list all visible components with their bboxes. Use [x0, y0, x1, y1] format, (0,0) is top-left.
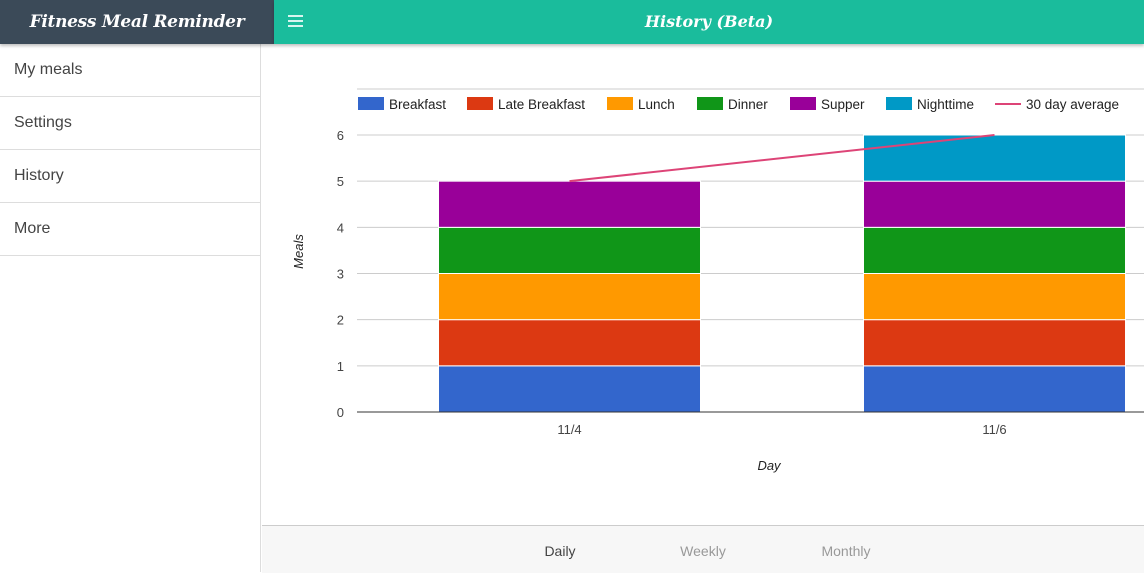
chart-area: 0 1 2 3 4 5 6 11/4 11/6 Day Meals Breakfast Late Bre… — [262, 44, 1144, 572]
tab-daily[interactable]: Daily — [544, 526, 575, 573]
legend-swatch-late-breakfast — [467, 97, 493, 110]
bar-segment-dinner — [438, 226, 701, 274]
tab-monthly[interactable]: Monthly — [821, 526, 870, 573]
sidebar: My meals Settings History More — [0, 44, 261, 572]
legend-label: Supper — [821, 97, 865, 112]
y-tick-label: 3 — [337, 267, 344, 282]
y-tick-label: 4 — [337, 220, 344, 235]
y-tick-label: 0 — [337, 405, 344, 420]
legend-label: Breakfast — [389, 97, 446, 112]
bar-segment-nighttime — [863, 134, 1126, 182]
bar-segment-lunch — [863, 273, 1126, 321]
sidebar-item-settings[interactable]: Settings — [0, 97, 260, 150]
legend-swatch-nighttime — [886, 97, 912, 110]
y-tick-label: 6 — [337, 128, 344, 143]
page-title: History (Beta) — [644, 12, 774, 31]
legend-swatch-lunch — [607, 97, 633, 110]
legend-label: Late Breakfast — [498, 97, 585, 112]
legend-swatch-supper — [790, 97, 816, 110]
legend-label: 30 day average — [1026, 97, 1119, 112]
bar-segment-supper — [438, 180, 701, 228]
y-tick-label: 1 — [337, 359, 344, 374]
bar-segment-lunch — [438, 273, 701, 321]
y-tick-label: 2 — [337, 313, 344, 328]
bar-segment-dinner — [863, 226, 1126, 274]
x-axis-title: Day — [757, 458, 782, 473]
sidebar-item-my-meals[interactable]: My meals — [0, 44, 260, 97]
period-tabs: Daily Weekly Monthly — [262, 525, 1144, 573]
meals-chart: 0 1 2 3 4 5 6 11/4 11/6 Day Meals Breakfast Late Bre… — [291, 88, 1144, 473]
bar-segment-supper — [863, 180, 1126, 228]
y-tick-label: 5 — [337, 174, 344, 189]
legend-label: Dinner — [728, 97, 768, 112]
tab-weekly[interactable]: Weekly — [680, 526, 726, 573]
bar-segment-breakfast — [863, 365, 1126, 413]
legend-swatch-breakfast — [358, 97, 384, 110]
app-title: Fitness Meal Reminder — [0, 0, 274, 44]
legend-label: Lunch — [638, 97, 675, 112]
sidebar-item-more[interactable]: More — [0, 203, 260, 256]
legend-label: Nighttime — [917, 97, 974, 112]
top-bar: History (Beta) — [274, 0, 1144, 44]
x-tick-label: 11/4 — [557, 422, 581, 437]
bar-segment-breakfast — [438, 365, 701, 413]
legend-swatch-dinner — [697, 97, 723, 110]
bar-segment-late-breakfast — [438, 319, 701, 367]
sidebar-item-history[interactable]: History — [0, 150, 260, 203]
bar-segment-late-breakfast — [863, 319, 1126, 367]
y-axis-title: Meals — [291, 234, 306, 269]
x-tick-label: 11/6 — [982, 422, 1006, 437]
